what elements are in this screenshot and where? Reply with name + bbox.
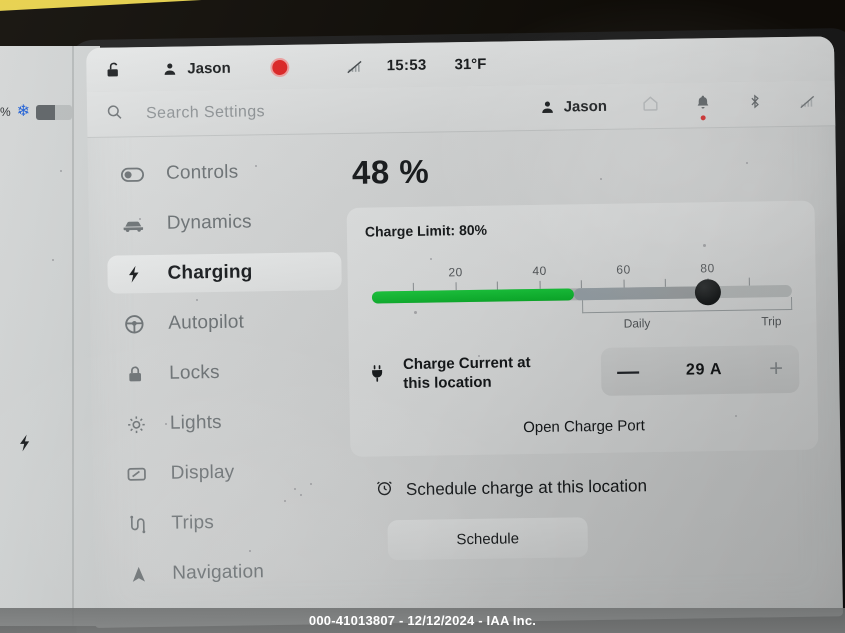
schedule-button[interactable]: Schedule (387, 517, 589, 561)
sidebar-label: Trips (171, 512, 215, 534)
battery-percent: 48 % (351, 152, 430, 191)
status-user-name: Jason (187, 59, 231, 77)
person-icon (541, 101, 553, 114)
battery-icon (36, 104, 73, 120)
topright-user-name: Jason (563, 97, 608, 116)
slider-range-label: Daily (623, 316, 651, 331)
slider-range-labels: Daily Trip (372, 314, 792, 337)
schedule-charge-label: Schedule charge at this location (405, 476, 648, 500)
home-icon[interactable] (641, 93, 660, 117)
settings-body: Controls Dynamics Charging Autopilot Loc… (87, 126, 843, 628)
left-side-panel: % ❄ (0, 46, 100, 626)
sun-icon (124, 414, 148, 435)
sidebar-label: Charging (167, 261, 253, 284)
increment-button[interactable]: + (769, 355, 783, 382)
sidebar-item-locks[interactable]: Locks (109, 352, 344, 394)
charge-current-label-line1: Charge Current at (402, 354, 531, 374)
sidebar-label: Navigation (172, 561, 265, 584)
toggle-icon (120, 167, 144, 182)
slider-tick (412, 266, 416, 291)
wifi-off-icon[interactable] (798, 91, 817, 115)
slider-tick (747, 261, 751, 286)
sidebar-item-charging[interactable]: Charging (107, 252, 342, 294)
slider-tick (496, 265, 500, 290)
slider-range-bracket (582, 296, 793, 314)
sidebar-item-autopilot[interactable]: Autopilot (108, 302, 343, 344)
record-dot-icon[interactable] (270, 57, 290, 77)
sidebar-item-dynamics[interactable]: Dynamics (106, 202, 341, 244)
bluetooth-icon[interactable] (746, 92, 764, 115)
navigation-icon (126, 564, 150, 585)
sidebar-label: Lights (169, 411, 222, 434)
display-icon (125, 463, 149, 485)
slider-tick: 20 (448, 265, 463, 291)
photo-scene: % ❄ Jason 15:53 31°F Search Settings Jas… (0, 0, 845, 633)
left-status-cluster: % ❄ (0, 103, 73, 120)
topright-user[interactable]: Jason (538, 98, 607, 116)
charge-limit-label: Charge Limit: 80% (364, 221, 488, 240)
slider-tick: 40 (532, 264, 547, 289)
charging-content: 48 % Charge Limit: 80% 20 40 60 80 Daily… (339, 126, 843, 624)
tesla-touchscreen: Jason 15:53 31°F Search Settings Jason C… (86, 36, 844, 628)
sidebar-label: Autopilot (168, 311, 245, 334)
signal-off-icon (346, 56, 365, 75)
lock-icon (123, 364, 147, 384)
sidebar-item-controls[interactable]: Controls (106, 152, 341, 194)
sidebar-item-lights[interactable]: Lights (110, 402, 345, 444)
sidebar-item-navigation[interactable]: Navigation (112, 552, 347, 594)
bell-icon[interactable] (694, 93, 712, 121)
slider-tick: 60 (616, 262, 631, 288)
open-charge-port-button[interactable]: Open Charge Port (368, 393, 801, 445)
charging-bolt-icon (15, 430, 35, 456)
unlock-icon[interactable] (104, 60, 123, 79)
sidebar-label: Dynamics (166, 211, 252, 234)
sidebar-label: Locks (168, 361, 220, 384)
search-icon[interactable] (105, 102, 124, 126)
plug-icon (367, 362, 387, 389)
charge-limit-card: Charge Limit: 80% 20 40 60 80 DailyTrip (346, 200, 819, 457)
car-icon (121, 217, 145, 232)
sidebar-item-display[interactable]: Display (110, 452, 345, 494)
charge-current-stepper[interactable]: — 29 A + (600, 344, 800, 396)
slider-fill-current (371, 288, 574, 304)
status-user[interactable]: Jason (161, 59, 231, 77)
sidebar-label: Display (170, 461, 235, 484)
charge-current-label-line2: this location (403, 373, 492, 393)
steering-icon (122, 313, 146, 335)
watermark: 000-41013807 - 12/12/2024 - IAA Inc. (0, 608, 845, 633)
slider-tick (664, 262, 668, 287)
sidebar-label: Controls (165, 161, 239, 184)
bolt-icon (121, 262, 145, 286)
charge-current-value: 29 A (685, 361, 723, 379)
notification-dot (700, 115, 706, 121)
status-temperature: 31°F (454, 55, 487, 73)
search-input[interactable]: Search Settings (146, 103, 265, 123)
settings-sidebar: Controls Dynamics Charging Autopilot Loc… (87, 134, 347, 628)
slider-range-label: Trip (761, 314, 782, 329)
charge-current-row: Charge Current at this location — 29 A + (367, 344, 800, 400)
trips-icon (125, 514, 149, 535)
alarm-clock-icon (375, 478, 394, 502)
panel-divider (72, 46, 74, 626)
status-time: 15:53 (386, 56, 427, 74)
slider-tick (580, 263, 584, 289)
charge-limit-slider[interactable]: 20 40 60 80 Daily Trip (371, 255, 793, 337)
person-icon (164, 62, 176, 75)
schedule-charge-row[interactable]: Schedule charge at this location (375, 472, 819, 503)
snowflake-icon: ❄ (16, 103, 31, 120)
decrement-button[interactable]: — (617, 358, 639, 383)
percent-remnant-label: % (0, 105, 11, 119)
sidebar-item-trips[interactable]: Trips (111, 502, 346, 544)
